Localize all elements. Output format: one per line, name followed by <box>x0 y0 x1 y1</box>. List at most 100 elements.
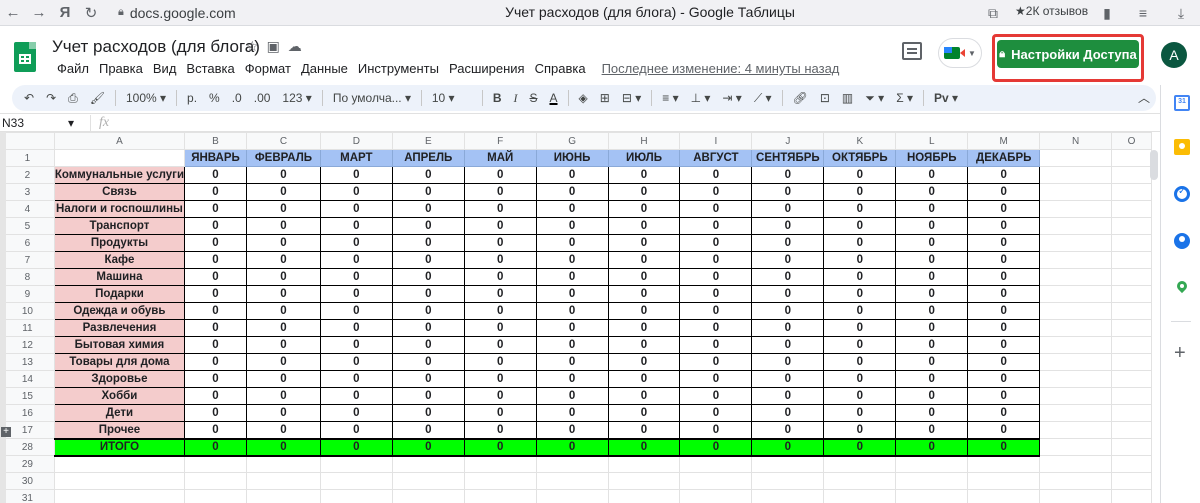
value-cell[interactable]: 0 <box>391 268 465 286</box>
sheet-cell[interactable] <box>1111 217 1152 235</box>
value-cell[interactable]: 0 <box>391 285 465 303</box>
sheet-cell[interactable] <box>319 472 393 490</box>
value-cell[interactable]: 0 <box>535 353 609 371</box>
value-cell[interactable]: 0 <box>895 404 969 422</box>
sheet-cell[interactable] <box>679 472 753 490</box>
menu-extensions[interactable]: Расширения <box>444 61 530 76</box>
calendar-icon[interactable] <box>1174 95 1190 111</box>
value-cell[interactable]: 0 <box>751 183 825 201</box>
value-cell[interactable]: 0 <box>535 387 609 405</box>
value-cell[interactable]: 0 <box>319 370 393 388</box>
value-cell[interactable]: 0 <box>463 302 537 320</box>
category-cell[interactable]: Товары для дома <box>53 353 186 371</box>
value-cell[interactable]: 0 <box>823 166 897 184</box>
total-value-cell[interactable]: 0 <box>751 437 825 457</box>
value-cell[interactable]: 0 <box>535 251 609 269</box>
value-cell[interactable]: 0 <box>679 387 753 405</box>
sheet-cell[interactable] <box>967 472 1041 490</box>
value-cell[interactable]: 0 <box>679 370 753 388</box>
value-cell[interactable]: 0 <box>245 387 321 405</box>
sheet-cell[interactable] <box>751 489 825 503</box>
input-tools-button[interactable]: Pv ▾ <box>928 91 964 105</box>
last-edit-link[interactable]: Последнее изменение: 4 минуты назад <box>597 61 845 76</box>
row-header[interactable]: 6 <box>0 234 55 252</box>
spreadsheet-grid[interactable]: A B C D E F G H I J K L M N O 1 ЯНВАРЬ ФЕВРАЛЬ МАРТ АПРЕЛЬ М… <box>0 132 1152 503</box>
value-cell[interactable]: 0 <box>245 234 321 252</box>
sheet-cell[interactable] <box>1111 472 1152 490</box>
category-cell[interactable]: Подарки <box>53 285 186 303</box>
row-header[interactable]: 15 <box>0 387 55 405</box>
total-value-cell[interactable]: 0 <box>823 437 897 457</box>
sheet-cell[interactable] <box>1039 251 1112 269</box>
sheet-cell[interactable] <box>967 455 1041 473</box>
value-cell[interactable]: 0 <box>535 302 609 320</box>
value-cell[interactable]: 0 <box>895 421 969 439</box>
row-header[interactable]: 3 <box>0 183 55 201</box>
value-cell[interactable]: 0 <box>391 319 465 337</box>
row-header[interactable]: 29 <box>0 455 55 473</box>
menu-format[interactable]: Формат <box>240 61 296 76</box>
value-cell[interactable]: 0 <box>184 183 247 201</box>
value-cell[interactable]: 0 <box>823 336 897 354</box>
value-cell[interactable]: 0 <box>319 251 393 269</box>
total-value-cell[interactable]: 0 <box>679 437 753 457</box>
row-header[interactable]: 11 <box>0 319 55 337</box>
menu-file[interactable]: Файл <box>52 61 94 76</box>
row-header[interactable]: 8 <box>0 268 55 286</box>
address-bar[interactable]: 🔒︎ docs.google.com <box>110 3 244 23</box>
value-cell[interactable]: 0 <box>895 217 969 235</box>
value-cell[interactable]: 0 <box>245 421 321 439</box>
menu-data[interactable]: Данные <box>296 61 353 76</box>
value-cell[interactable]: 0 <box>535 421 609 439</box>
total-value-cell[interactable]: 0 <box>391 437 465 457</box>
value-cell[interactable]: 0 <box>751 234 825 252</box>
value-cell[interactable]: 0 <box>535 268 609 286</box>
back-icon[interactable]: ← <box>0 0 26 26</box>
sheet-cell[interactable] <box>1039 149 1112 167</box>
sheet-cell[interactable] <box>391 472 465 490</box>
value-cell[interactable]: 0 <box>751 217 825 235</box>
month-header-cell[interactable]: ИЮНЬ <box>535 149 609 167</box>
sheet-cell[interactable] <box>1039 285 1112 303</box>
sheets-logo-icon[interactable] <box>14 42 36 72</box>
value-cell[interactable]: 0 <box>895 370 969 388</box>
insert-link-icon[interactable]: 🔗︎ <box>787 91 814 105</box>
insert-chart-icon[interactable]: ▥ <box>836 91 859 105</box>
value-cell[interactable]: 0 <box>967 183 1041 201</box>
sheet-cell[interactable] <box>391 455 465 473</box>
value-cell[interactable]: 0 <box>679 217 753 235</box>
value-cell[interactable]: 0 <box>679 319 753 337</box>
value-cell[interactable]: 0 <box>967 404 1041 422</box>
sheet-cell[interactable] <box>1039 268 1112 286</box>
avatar[interactable]: A <box>1161 42 1187 68</box>
value-cell[interactable]: 0 <box>319 302 393 320</box>
sheet-cell[interactable] <box>1039 336 1112 354</box>
total-value-cell[interactable]: 0 <box>535 437 609 457</box>
category-cell[interactable]: Одежда и обувь <box>53 302 186 320</box>
sheet-cell[interactable] <box>1111 200 1152 218</box>
column-header-i[interactable]: I <box>679 132 753 150</box>
sheet-cell[interactable] <box>1111 285 1152 303</box>
sheet-cell[interactable] <box>967 489 1041 503</box>
value-cell[interactable]: 0 <box>895 353 969 371</box>
sheet-cell[interactable] <box>53 149 186 167</box>
value-cell[interactable]: 0 <box>895 268 969 286</box>
sheet-cell[interactable] <box>751 472 825 490</box>
value-cell[interactable]: 0 <box>391 387 465 405</box>
value-cell[interactable]: 0 <box>679 421 753 439</box>
sheet-cell[interactable] <box>1039 183 1112 201</box>
value-cell[interactable]: 0 <box>751 404 825 422</box>
value-cell[interactable]: 0 <box>535 166 609 184</box>
value-cell[interactable]: 0 <box>463 183 537 201</box>
value-cell[interactable]: 0 <box>184 200 247 218</box>
column-header-j[interactable]: J <box>751 132 825 150</box>
sheet-cell[interactable] <box>1111 251 1152 269</box>
strikethrough-button[interactable]: S <box>523 91 543 105</box>
value-cell[interactable]: 0 <box>391 421 465 439</box>
column-header-g[interactable]: G <box>535 132 609 150</box>
more-formats-select[interactable]: 123 ▾ <box>276 91 317 105</box>
value-cell[interactable]: 0 <box>823 183 897 201</box>
value-cell[interactable]: 0 <box>967 285 1041 303</box>
value-cell[interactable]: 0 <box>391 166 465 184</box>
month-header-cell[interactable]: СЕНТЯБРЬ <box>751 149 825 167</box>
